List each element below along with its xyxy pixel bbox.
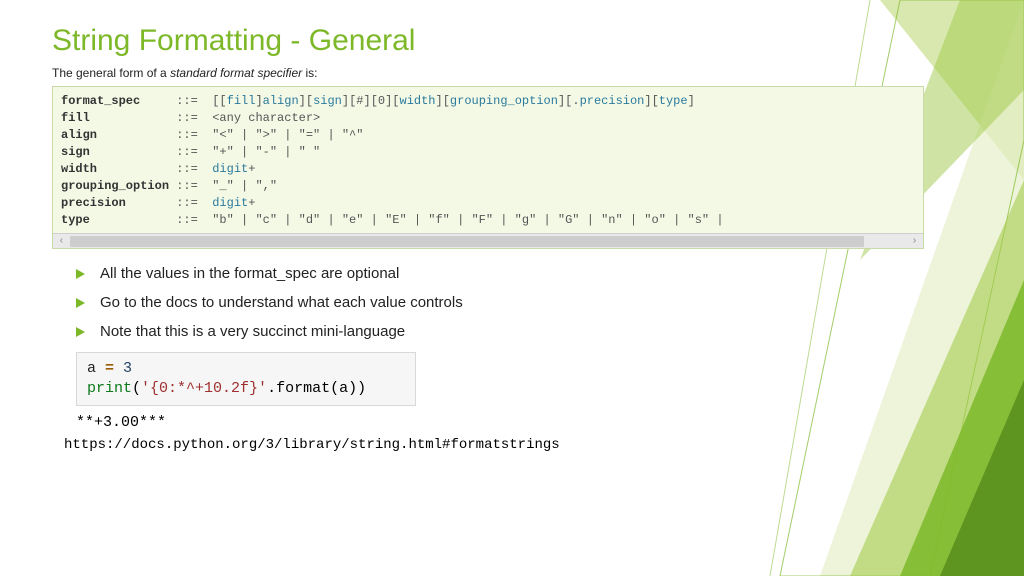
grammar-row: align ::= "<" | ">" | "=" | "^" [61, 127, 915, 144]
scroll-left-arrow[interactable]: ‹ [53, 234, 70, 249]
subtitle-post: is: [302, 66, 317, 80]
grammar-box: format_spec ::= [[fill]align][sign][#][0… [52, 86, 924, 249]
code-paren: ( [132, 380, 141, 397]
subtitle-em: standard format specifier [170, 66, 302, 80]
grammar-row: fill ::= <any character> [61, 110, 915, 127]
slide-title: String Formatting - General [52, 24, 868, 58]
grammar-row: precision ::= digit+ [61, 195, 915, 212]
scroll-right-arrow[interactable]: › [906, 234, 923, 249]
bullet-item: Note that this is a very succinct mini-l… [76, 323, 868, 340]
scroll-thumb[interactable] [70, 236, 864, 247]
bullet-list: All the values in the format_spec are op… [76, 265, 868, 340]
code-rest: .format(a)) [267, 380, 366, 397]
bullet-item: Go to the docs to understand what each v… [76, 294, 868, 311]
grammar-row: format_spec ::= [[fill]align][sign][#][0… [61, 93, 915, 110]
code-var: a [87, 360, 96, 377]
code-str: '{0:*^+10.2f}' [141, 380, 267, 397]
code-example: a = 3 print('{0:*^+10.2f}'.format(a)) [76, 352, 416, 406]
subtitle-pre: The general form of a [52, 66, 170, 80]
code-output: **+3.00*** [76, 414, 868, 431]
grammar-row: type ::= "b" | "c" | "d" | "e" | "E" | "… [61, 212, 915, 229]
subtitle: The general form of a standard format sp… [52, 66, 868, 80]
code-num: 3 [123, 360, 132, 377]
grammar-row: grouping_option ::= "_" | "," [61, 178, 915, 195]
horizontal-scrollbar[interactable]: ‹ › [53, 233, 923, 248]
code-op: = [96, 360, 123, 377]
grammar-row: sign ::= "+" | "-" | " " [61, 144, 915, 161]
scroll-track[interactable] [70, 234, 906, 249]
code-fn: print [87, 380, 132, 397]
bullet-item: All the values in the format_spec are op… [76, 265, 868, 282]
docs-url: https://docs.python.org/3/library/string… [64, 437, 868, 453]
grammar-row: width ::= digit+ [61, 161, 915, 178]
